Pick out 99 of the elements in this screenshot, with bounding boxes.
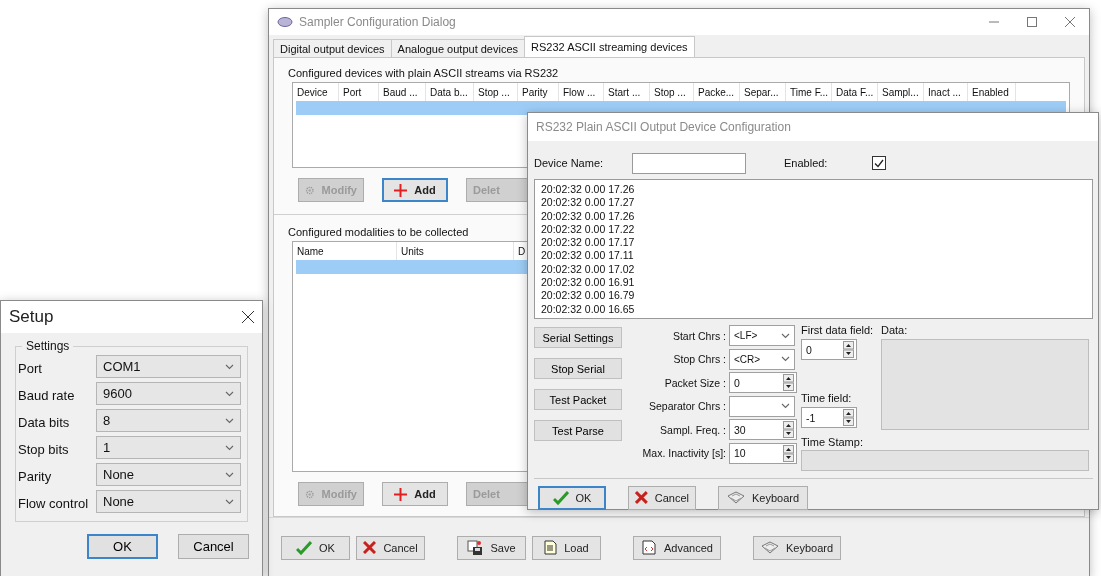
section-label: Configured modalities to be collected xyxy=(288,225,469,239)
caret-icon xyxy=(225,444,234,451)
add-button[interactable]: Add xyxy=(382,482,448,506)
app-icon xyxy=(277,16,293,28)
setting-dropdown[interactable]: 8 xyxy=(96,409,241,432)
field-label: Sampl. Freq. : xyxy=(660,423,726,436)
action-button[interactable]: Stop Serial xyxy=(534,358,622,379)
setting-label: Parity xyxy=(18,468,53,484)
table-row[interactable] xyxy=(296,101,1066,115)
field-label: First data field: xyxy=(801,324,875,336)
log-line: 20:02:32 0.00 17.27 xyxy=(541,196,635,210)
log-line: 20:02:32 0.00 17.22 xyxy=(541,222,635,237)
tab[interactable]: Digital output devices xyxy=(273,39,392,57)
spinner-arrows-icon xyxy=(783,374,794,392)
log-line: 20:02:32 0.00 16.65 xyxy=(541,302,635,316)
caret-icon xyxy=(225,390,234,397)
field-label: Max. Inactivity [s]: xyxy=(642,447,726,460)
spinner-arrows-icon xyxy=(783,444,794,462)
caret-icon xyxy=(781,356,790,363)
dialog-title: Setup xyxy=(9,307,55,327)
dropdown-field[interactable]: <LF> xyxy=(729,325,795,347)
caret-icon xyxy=(781,403,790,410)
action-button[interactable]: Serial Settings xyxy=(534,327,622,348)
log-line: 20:02:32 0.00 17.26 xyxy=(541,209,635,223)
caret-icon xyxy=(781,332,790,339)
caret-icon xyxy=(225,498,234,505)
setting-label: Flow control xyxy=(18,495,90,511)
load-button[interactable]: Load xyxy=(532,535,601,560)
save-button[interactable]: Save xyxy=(457,535,526,560)
group-label: Settings xyxy=(25,339,71,353)
setting-dropdown[interactable]: 1 xyxy=(96,436,241,459)
spinner-field[interactable]: 10 xyxy=(729,442,797,464)
field-label: Stop Chrs : xyxy=(673,353,726,366)
keyboard-icon xyxy=(760,541,779,554)
dialog-button[interactable]: OK xyxy=(87,534,158,559)
action-button[interactable]: Test Parse xyxy=(534,420,622,441)
advanced-button[interactable]: Advanced xyxy=(633,535,721,560)
dropdown-field[interactable] xyxy=(729,395,795,417)
field-label: Time field: xyxy=(801,392,853,404)
enabled-label: Enabled: xyxy=(784,157,828,169)
time-stamp-label: Time Stamp: xyxy=(801,436,864,448)
setting-dropdown[interactable]: 9600 xyxy=(96,382,241,405)
setting-dropdown[interactable]: COM1 xyxy=(96,355,241,378)
field-label: Packet Size : xyxy=(664,376,726,389)
add-button[interactable]: Add xyxy=(382,178,448,202)
close-icon[interactable] xyxy=(242,311,254,323)
log-line: 20:02:32 0.00 16.79 xyxy=(541,289,635,303)
window-title: Sampler Configuration Dialog xyxy=(299,15,457,29)
field-label: Separator Chrs : xyxy=(648,400,726,413)
plus-icon xyxy=(394,487,408,501)
action-button[interactable]: Test Packet xyxy=(534,389,622,410)
floppy-disk-icon xyxy=(467,539,484,556)
keyboard-button[interactable]: Keyboard xyxy=(718,485,808,510)
checkmark-icon xyxy=(552,490,569,505)
ok-button[interactable]: OK xyxy=(281,535,350,560)
caret-icon xyxy=(225,417,234,424)
spinner-field[interactable]: 30 xyxy=(729,419,797,441)
spinner-arrows-icon xyxy=(783,421,794,439)
tab[interactable]: RS232 ASCII streaming devices xyxy=(524,36,695,57)
dialog-button[interactable]: Cancel xyxy=(178,534,249,559)
code-document-icon xyxy=(641,540,658,555)
spinner-field[interactable]: 0 xyxy=(801,339,857,360)
caret-icon xyxy=(225,471,234,478)
tab[interactable]: Analogue output devices xyxy=(390,39,526,57)
section-label: Configured devices with plain ASCII streams via RS232 xyxy=(288,66,559,80)
setting-label: Stop bits xyxy=(18,441,70,457)
device-name-label: Device Name: xyxy=(534,157,605,169)
maximize-icon[interactable] xyxy=(1027,17,1037,27)
log-line: 20:02:32 0.00 17.17 xyxy=(541,236,635,250)
dropdown-field[interactable]: <CR> xyxy=(729,348,795,370)
setting-dropdown[interactable]: None xyxy=(96,490,241,513)
ok-button[interactable]: OK xyxy=(538,485,606,510)
document-icon xyxy=(544,540,558,555)
field-label: Start Chrs : xyxy=(672,329,726,342)
setting-dropdown[interactable]: None xyxy=(96,463,241,486)
cancel-button[interactable]: Cancel xyxy=(356,535,425,560)
spinner-field[interactable]: -1 xyxy=(801,407,857,428)
setting-label: Data bits xyxy=(18,414,71,430)
log-line: 20:02:32 0.00 16.91 xyxy=(541,276,635,290)
cross-icon xyxy=(635,491,648,504)
checkmark-icon xyxy=(296,540,313,555)
log-line: 20:02:32 0.00 17.26 xyxy=(541,183,635,197)
keyboard-icon xyxy=(726,491,745,504)
caret-icon xyxy=(225,363,234,370)
plus-icon xyxy=(394,183,408,197)
dialog-title: RS232 Plain ASCII Output Device Configuration xyxy=(536,120,792,134)
data-label: Data: xyxy=(881,324,909,336)
spinner-arrows-icon xyxy=(843,409,854,426)
setting-label: Port xyxy=(18,360,43,376)
log-line: 20:02:32 0.00 17.02 xyxy=(541,262,635,277)
setting-label: Baud rate xyxy=(18,387,76,403)
enabled-checkbox[interactable] xyxy=(872,156,887,170)
spinner-field[interactable]: 0 xyxy=(729,372,797,394)
log-line: 20:02:32 0.00 17.11 xyxy=(541,249,634,263)
keyboard-button[interactable]: Keyboard xyxy=(753,535,841,560)
device-name-field[interactable] xyxy=(632,152,746,174)
spinner-arrows-icon xyxy=(843,341,854,358)
cross-icon xyxy=(363,541,377,554)
cancel-button[interactable]: Cancel xyxy=(628,485,696,510)
